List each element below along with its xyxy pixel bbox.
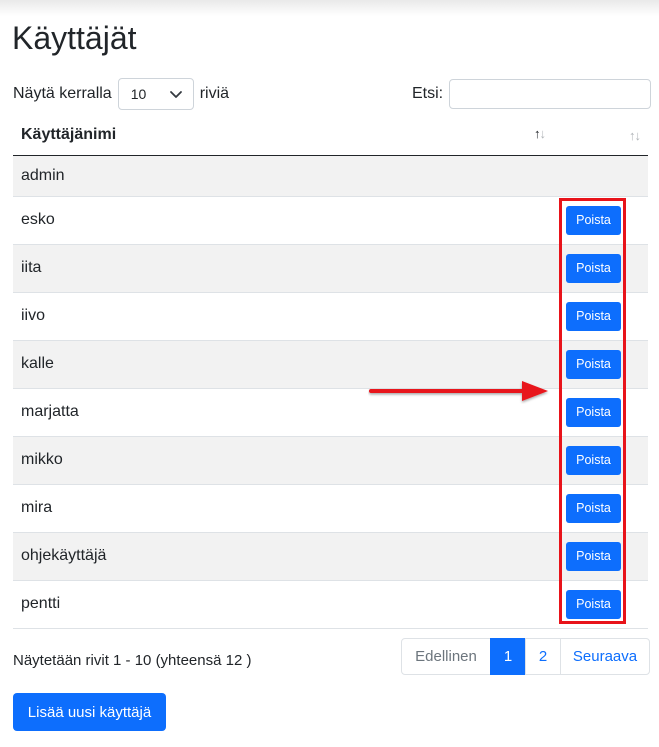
page-title: Käyttäjät (12, 20, 137, 56)
table-row: iivo Poista (13, 292, 648, 341)
action-cell (553, 155, 648, 197)
table-row: mikko Poista (13, 436, 648, 485)
rows-per-page-value: 10 (130, 86, 147, 102)
pagination-page-2[interactable]: 2 (525, 638, 561, 675)
table-row: admin (13, 155, 648, 197)
username-cell: admin (13, 155, 553, 197)
pagination-page-1[interactable]: 1 (490, 638, 526, 675)
username-cell: iita (13, 244, 553, 293)
sort-arrows-icon: ↑↓ (629, 127, 641, 143)
table-row: iita Poista (13, 244, 648, 293)
search-input[interactable] (449, 79, 652, 109)
pagination-previous[interactable]: Edellinen (401, 638, 491, 675)
rows-per-page-select[interactable]: 10 (117, 78, 194, 110)
sort-arrows-icon: ↑↓ (534, 126, 546, 142)
table-row: pentti Poista (13, 580, 648, 629)
add-user-button[interactable]: Lisää uusi käyttäjä (13, 693, 166, 731)
table-info: Näytetään rivit 1 - 10 (yhteensä 12 ) (13, 652, 252, 669)
pagination-next[interactable]: Seuraava (560, 638, 650, 675)
table-header-row: Käyttäjänimi ↑↓ ↑↓ (13, 116, 648, 156)
table-row: esko Poista (13, 196, 648, 245)
column-header-username-label: Käyttäjänimi (21, 126, 117, 144)
search-box: Etsi: (412, 78, 652, 110)
pagination: Edellinen 1 2 Seuraava (401, 638, 650, 675)
username-cell: mikko (13, 436, 553, 485)
table-row: mira Poista (13, 484, 648, 533)
length-suffix-label: riviä (199, 85, 230, 102)
top-shadow (0, 0, 659, 16)
column-header-actions[interactable]: ↑↓ (553, 116, 648, 156)
search-label: Etsi: (412, 85, 444, 102)
arrow-right-icon (369, 381, 548, 401)
chevron-down-icon (169, 91, 182, 98)
annotation-highlight-box (559, 198, 626, 624)
users-table: Käyttäjänimi ↑↓ ↑↓ admin esko Poista iit… (13, 116, 648, 629)
table-row: ohjekäyttäjä Poista (13, 532, 648, 581)
username-cell: mira (13, 484, 553, 533)
username-cell: pentti (13, 580, 553, 629)
column-header-username[interactable]: Käyttäjänimi ↑↓ (13, 116, 553, 156)
length-prefix-label: Näytä kerralla (13, 85, 112, 102)
length-menu: Näytä kerralla 10 riviä (13, 78, 229, 110)
username-cell: iivo (13, 292, 553, 341)
username-cell: esko (13, 196, 553, 245)
username-cell: ohjekäyttäjä (13, 532, 553, 581)
